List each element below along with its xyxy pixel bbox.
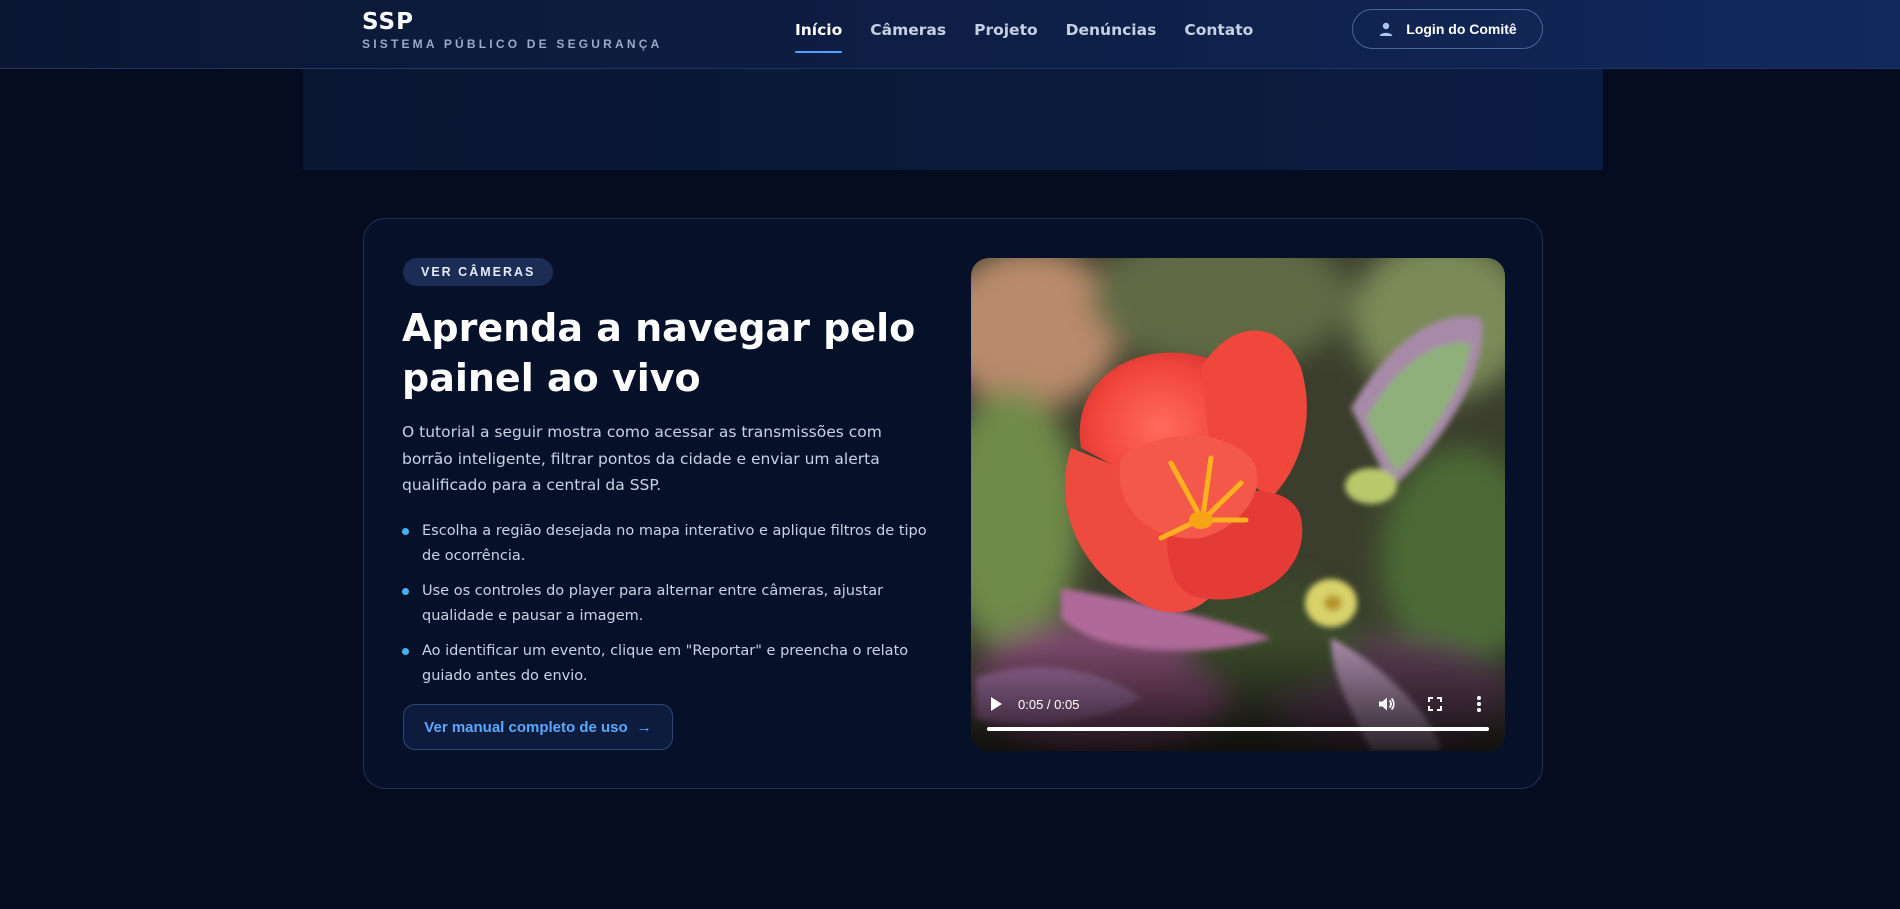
- manual-button[interactable]: Ver manual completo de uso →: [403, 704, 673, 750]
- brand[interactable]: SSP SISTEMA PÚBLICO DE SEGURANÇA: [362, 10, 663, 51]
- manual-button-label: Ver manual completo de uso: [424, 718, 628, 736]
- list-item: Ao identificar um evento, clique em "Rep…: [402, 639, 932, 688]
- nav-item-contato[interactable]: Contato: [1184, 21, 1253, 53]
- fullscreen-icon[interactable]: [1427, 696, 1443, 717]
- step-text: Ao identificar um evento, clique em "Rep…: [422, 643, 909, 684]
- user-icon: [1378, 21, 1394, 37]
- view-cameras-pill[interactable]: VER CÂMERAS: [403, 258, 554, 286]
- more-vert-icon[interactable]: [1476, 695, 1482, 718]
- list-item: Use os controles do player para alternar…: [402, 579, 932, 628]
- nav-item-cameras[interactable]: Câmeras: [870, 21, 946, 53]
- brand-subtitle: SISTEMA PÚBLICO DE SEGURANÇA: [362, 37, 663, 51]
- login-button[interactable]: Login do Comitê: [1352, 9, 1543, 49]
- play-icon[interactable]: [989, 696, 1003, 717]
- hero-banner: [303, 69, 1603, 170]
- main-nav: Início Câmeras Projeto Denúncias Contato: [795, 21, 1281, 53]
- tutorial-description: O tutorial a seguir mostra como acessar …: [402, 423, 882, 494]
- login-label: Login do Comitê: [1406, 21, 1517, 37]
- video-controls-shade: [971, 641, 1505, 751]
- video-time: 0:05 / 0:05: [1018, 697, 1080, 712]
- brand-name: SSP: [362, 9, 414, 35]
- step-text: Escolha a região desejada no mapa intera…: [422, 523, 927, 564]
- tutorial-title: Aprenda a navegar pelo painel ao vivo: [402, 306, 916, 400]
- video-progress-fill: [987, 727, 1489, 731]
- bullet-dot-icon: [402, 528, 409, 535]
- volume-icon[interactable]: [1377, 695, 1395, 718]
- bullet-dot-icon: [402, 588, 409, 595]
- nav-item-denuncias[interactable]: Denúncias: [1066, 21, 1157, 53]
- tutorial-steps: Escolha a região desejada no mapa intera…: [402, 519, 932, 699]
- arrow-right-icon: →: [636, 718, 652, 736]
- step-text: Use os controles do player para alternar…: [422, 583, 884, 624]
- site-header: SSP SISTEMA PÚBLICO DE SEGURANÇA Início …: [0, 0, 1900, 69]
- list-item: Escolha a região desejada no mapa intera…: [402, 519, 932, 568]
- nav-item-projeto[interactable]: Projeto: [974, 21, 1038, 53]
- video-player[interactable]: 0:05 / 0:05: [971, 258, 1505, 751]
- tutorial-card: VER CÂMERAS Aprenda a navegar pelo paine…: [363, 218, 1543, 789]
- nav-item-inicio[interactable]: Início: [795, 21, 843, 53]
- video-progress-bar[interactable]: [987, 727, 1489, 731]
- bullet-dot-icon: [402, 648, 409, 655]
